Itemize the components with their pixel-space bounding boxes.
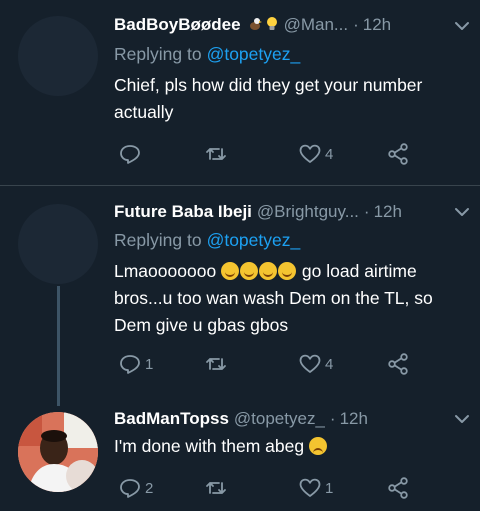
avatar[interactable] [18, 204, 98, 284]
reply-button[interactable]: 2 [118, 475, 153, 501]
retweet-button[interactable] [204, 475, 231, 501]
tweet-text-before: Lmaooooooo [114, 261, 217, 281]
like-button[interactable]: 4 [298, 141, 333, 167]
tweet-2[interactable]: Future Baba Ibeji @Brightguy... · 12h Re… [0, 186, 480, 406]
timestamp[interactable]: 12h [340, 409, 368, 429]
share-icon [388, 143, 408, 165]
heart-icon [299, 478, 321, 497]
reply-icon [120, 145, 140, 164]
replying-to-mention[interactable]: @topetyez_ [207, 44, 301, 64]
chevron-down-icon[interactable] [452, 409, 472, 429]
tweet-1[interactable]: BadBoyBøødee @Man... · 12h Replying to @t… [0, 0, 480, 185]
rolling-on-floor-laughing-icon [278, 262, 297, 280]
separator-dot: · [353, 15, 359, 34]
handle[interactable]: @topetyez_ [234, 409, 325, 429]
separator-dot: · [329, 409, 336, 428]
share-icon [388, 353, 408, 375]
tweet-3[interactable]: BadManTopss @topetyez_ · 12h I'm done wi… [0, 397, 480, 511]
retweet-icon [206, 148, 226, 160]
retweet-button[interactable] [204, 351, 231, 377]
tweet-text: I'm done with them abeg [114, 433, 464, 460]
like-count: 4 [325, 145, 334, 163]
retweet-icon [206, 358, 226, 370]
avatar[interactable] [18, 16, 98, 96]
thread-line [57, 286, 60, 406]
reply-button[interactable]: 1 [118, 351, 153, 377]
tweet-text-content: I'm done with them abeg [114, 436, 305, 456]
profile-photo [18, 412, 98, 492]
eagle-icon [247, 16, 263, 35]
avatar[interactable] [18, 412, 98, 492]
chevron-down-icon[interactable] [452, 202, 472, 222]
heart-icon [299, 144, 321, 163]
display-name[interactable]: BadBoyBøødee [114, 15, 241, 35]
heart-icon [299, 354, 321, 373]
display-name[interactable]: Future Baba Ibeji [114, 202, 252, 222]
replying-to: Replying to @topetyez_ [114, 230, 300, 251]
handle[interactable]: @Man... [284, 15, 349, 35]
reply-count: 1 [145, 355, 154, 373]
share-button[interactable] [386, 475, 410, 501]
display-name[interactable]: BadManTopss [114, 409, 229, 429]
timestamp[interactable]: 12h [374, 202, 402, 222]
chevron-down-icon[interactable] [452, 16, 472, 36]
rolling-on-floor-laughing-icon [240, 262, 259, 280]
share-button[interactable] [386, 351, 410, 377]
separator-dot: · [363, 202, 370, 221]
emoji-group [221, 261, 297, 281]
reply-button[interactable] [118, 141, 145, 167]
timestamp[interactable]: 12h [363, 15, 391, 35]
handle[interactable]: @Brightguy... [257, 202, 359, 222]
rolling-on-floor-laughing-icon [259, 262, 278, 280]
tweet-actions: 1 4 [114, 351, 414, 377]
lightbulb-icon [265, 16, 279, 35]
replying-to: Replying to @topetyez_ [114, 44, 300, 65]
retweet-icon [206, 482, 226, 494]
retweet-button[interactable] [204, 141, 231, 167]
tweet-text: Chief, pls how did they get your number … [114, 75, 423, 122]
share-button[interactable] [386, 141, 410, 167]
reply-icon [120, 355, 140, 374]
replying-to-label: Replying to [114, 230, 202, 250]
tweet-actions: 2 1 [114, 475, 414, 501]
replying-to-label: Replying to [114, 44, 202, 64]
share-icon [388, 477, 408, 499]
rolling-on-floor-laughing-icon [221, 262, 240, 280]
reply-count: 2 [145, 479, 154, 497]
like-button[interactable]: 4 [298, 351, 333, 377]
reply-icon [120, 479, 140, 498]
replying-to-mention[interactable]: @topetyez_ [207, 230, 301, 250]
like-button[interactable]: 1 [298, 475, 333, 501]
tweet-actions: 4 [114, 141, 414, 167]
tweet-text: Lmaooooooo go load airtime bros...u too … [114, 258, 464, 339]
like-count: 1 [325, 479, 334, 497]
pensive-face-icon [309, 437, 327, 455]
like-count: 4 [325, 355, 334, 373]
